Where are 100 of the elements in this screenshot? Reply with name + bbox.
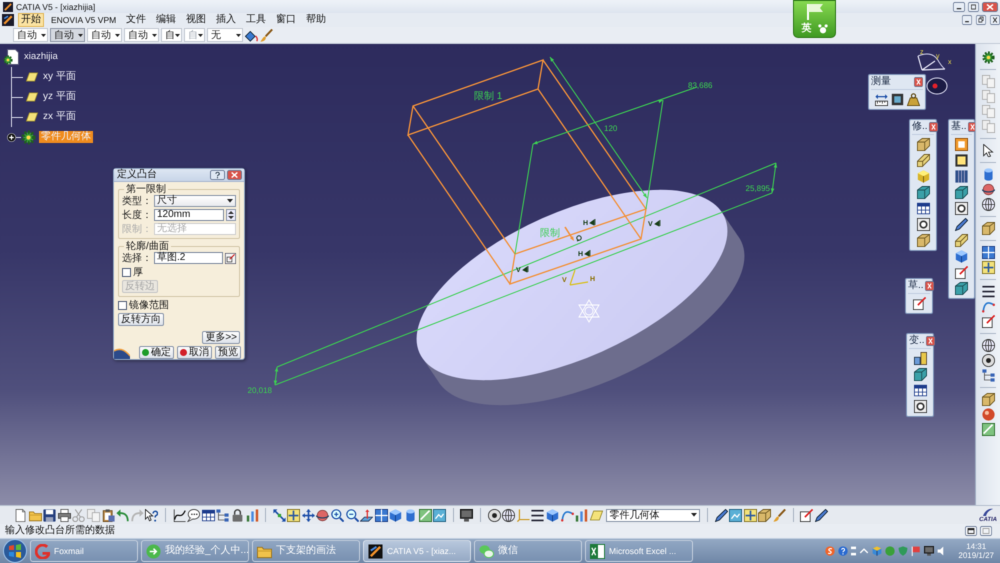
gear-icon[interactable]: [21, 130, 36, 144]
window-tile-icon[interactable]: [980, 526, 992, 536]
padlock-icon[interactable]: [230, 508, 244, 522]
four-panes-icon[interactable]: [374, 508, 388, 522]
move-arrows-icon[interactable]: [302, 508, 315, 522]
window-tile-icon[interactable]: [965, 526, 977, 536]
dots-icon[interactable]: [851, 546, 856, 556]
sketch-icon[interactable]: [225, 252, 236, 264]
restore-icon[interactable]: [976, 15, 986, 25]
table-grid-icon[interactable]: [914, 384, 926, 397]
hierarchy-icon[interactable]: [982, 369, 994, 382]
ringed-sphere-icon[interactable]: [982, 183, 994, 196]
part-document-icon[interactable]: [3, 49, 19, 65]
help-icon[interactable]: [145, 508, 158, 522]
ring-square-icon[interactable]: [914, 400, 926, 413]
solid-block-icon[interactable]: [916, 138, 930, 151]
close-icon[interactable]: [990, 15, 1000, 25]
swirl-badge-icon[interactable]: [825, 546, 836, 556]
cursor-arrow-icon[interactable]: [982, 144, 994, 157]
menu-item[interactable]: 工具: [243, 13, 270, 27]
block-icon[interactable]: [914, 368, 926, 381]
plane-icon[interactable]: [26, 111, 38, 123]
cylinder-icon[interactable]: [404, 508, 418, 522]
solid-block-icon[interactable]: [982, 393, 994, 406]
landscape-square-icon[interactable]: [729, 508, 742, 522]
gear-icon[interactable]: [982, 51, 994, 64]
shaded-square-icon[interactable]: [982, 423, 994, 436]
help-icon[interactable]: [210, 170, 225, 180]
menu-item[interactable]: 文件: [123, 13, 150, 27]
menu-item[interactable]: 窗口: [273, 13, 300, 27]
ring-square-icon[interactable]: [916, 218, 930, 231]
brush-icon[interactable]: [772, 508, 786, 522]
striped-block-icon[interactable]: [955, 170, 968, 183]
checkbox[interactable]: [122, 268, 131, 276]
cube-icon[interactable]: [955, 250, 968, 263]
globe-icon[interactable]: [502, 508, 516, 522]
tree-item[interactable]: zx 平面: [41, 111, 78, 123]
format-dropdown[interactable]: 自动: [124, 28, 159, 42]
ring-square-icon[interactable]: [955, 202, 968, 215]
preview-button[interactable]: 预览: [215, 346, 241, 359]
start-orb-icon[interactable]: [3, 539, 27, 563]
reverse-direction-button[interactable]: 反转方向: [118, 313, 164, 326]
tree-item[interactable]: xy 平面: [41, 71, 78, 83]
fit-arrows-icon[interactable]: [272, 508, 286, 522]
cube-icon[interactable]: [916, 170, 930, 183]
spline-icon[interactable]: [560, 508, 574, 522]
brush-icon[interactable]: [260, 28, 273, 42]
dark-block-icon[interactable]: [890, 93, 904, 106]
paint-bucket-icon[interactable]: [245, 28, 258, 42]
crosshair-square-icon[interactable]: [287, 508, 300, 522]
minimize-icon[interactable]: [953, 2, 965, 12]
close-icon[interactable]: [924, 281, 934, 291]
globe-icon[interactable]: [982, 339, 994, 352]
maximize-icon[interactable]: [968, 2, 979, 12]
solid-block-icon[interactable]: [758, 508, 772, 522]
format-dropdown[interactable]: 无: [207, 28, 243, 42]
more-button[interactable]: 更多>>: [202, 331, 240, 344]
wedge-icon[interactable]: [916, 154, 930, 167]
cylinder-icon[interactable]: [982, 168, 994, 181]
menu-item[interactable]: 视图: [183, 13, 210, 27]
spinner-icon[interactable]: [226, 209, 236, 221]
sphere-icon[interactable]: [982, 408, 994, 421]
crosshair-square-icon[interactable]: [744, 508, 757, 522]
compass-icon[interactable]: [917, 54, 948, 94]
length-field[interactable]: 120mm: [154, 209, 224, 221]
pencil-icon[interactable]: [955, 218, 968, 231]
zoom-in-icon[interactable]: [331, 508, 344, 522]
hierarchy-icon[interactable]: [216, 508, 230, 522]
menu-item[interactable]: 帮助: [303, 13, 330, 27]
cube-icon[interactable]: [389, 508, 402, 522]
printer-icon[interactable]: [58, 508, 71, 522]
crosshair-square-icon[interactable]: [982, 261, 994, 274]
cancel-button[interactable]: 取消: [177, 346, 212, 359]
menu-item[interactable]: 开始: [18, 13, 44, 27]
weight-icon[interactable]: [906, 93, 920, 106]
tree-item[interactable]: xiazhijia: [22, 51, 60, 63]
zoom-out-icon[interactable]: [346, 508, 359, 522]
bars-icon[interactable]: [575, 508, 588, 522]
undo-arrow-icon[interactable]: [116, 508, 130, 522]
tree-item[interactable]: yz 平面: [41, 91, 78, 103]
sketch-icon[interactable]: [800, 508, 814, 522]
flag-icon[interactable]: [911, 546, 922, 556]
ok-button[interactable]: 确定: [139, 346, 174, 359]
ringed-sphere-icon[interactable]: [316, 508, 330, 522]
cube-icon[interactable]: [546, 508, 559, 522]
sketch-icon[interactable]: [912, 297, 926, 310]
speech-bubble-icon[interactable]: [187, 508, 200, 522]
solid-block-icon[interactable]: [916, 234, 930, 247]
menu-item[interactable]: 编辑: [153, 13, 180, 27]
lines-icon[interactable]: [982, 285, 994, 298]
menu-item[interactable]: ENOVIA V5 VPM: [48, 13, 120, 27]
framed-square-icon[interactable]: [955, 154, 968, 167]
dot-icon[interactable]: [885, 546, 896, 556]
format-dropdown[interactable]: 自: [161, 28, 182, 42]
checkbox[interactable]: [118, 300, 127, 310]
format-dropdown[interactable]: 自动: [13, 28, 48, 42]
circle-dot-icon[interactable]: [488, 508, 501, 522]
clipboard-icon[interactable]: [102, 508, 115, 522]
graph-curve-icon[interactable]: [172, 508, 186, 522]
monitor-icon[interactable]: [460, 508, 474, 522]
